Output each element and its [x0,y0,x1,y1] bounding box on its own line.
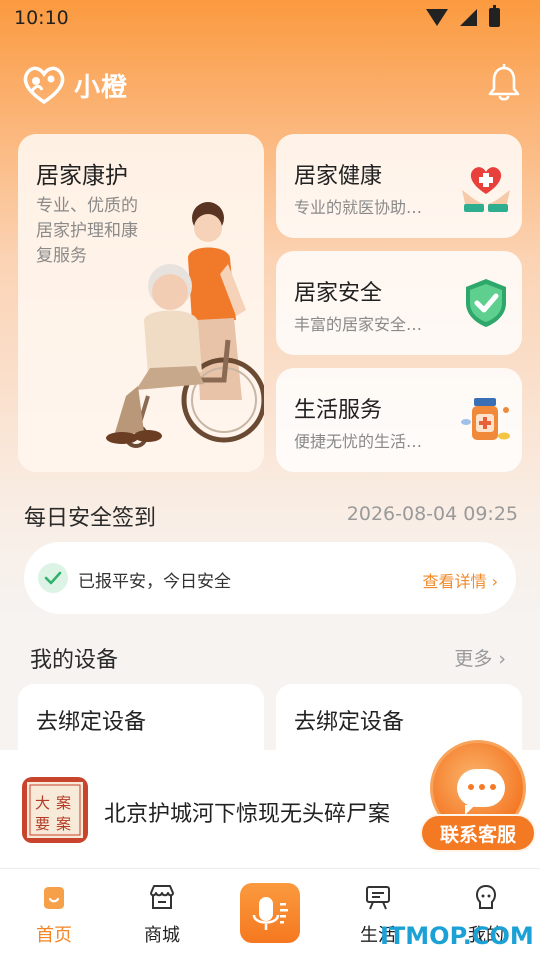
cellular-signal-icon [460,9,477,26]
thumb-char-1: 大 [35,794,50,812]
service-card-home-health[interactable]: 居家健康 专业的就医协助… [276,134,522,238]
shield-check-icon [466,279,506,327]
store-icon [150,885,174,909]
service-desc: 专业的就医协助… [294,198,423,217]
news-thumbnail-art: 大 案 要 案 [27,782,83,838]
nav-mall[interactable]: 商城 [122,881,202,951]
service-card-home-care[interactable]: 居家康护 专业、优质的居家护理和康复服务 [18,134,264,472]
chat-bubble-icon [457,769,505,815]
voice-assistant-button[interactable] [240,883,300,943]
bind-device-label: 去绑定设备 [294,710,405,735]
site-watermark: ITMOP.COM [380,922,534,950]
life-board-icon [366,886,390,910]
caregiver-wheelchair-illustration [106,202,264,448]
news-thumbnail: 大 案 要 案 [22,777,88,843]
app-header: 小橙 [0,58,540,108]
bind-device-label: 去绑定设备 [36,710,147,735]
profile-icon [475,884,497,909]
brand-logo-icon [23,66,65,104]
thumb-char-3: 要 [35,815,50,833]
nav-label: 首页 [36,925,72,946]
status-time: 10:10 [14,7,69,29]
checkin-datetime: 2026-08-04 09:25 [346,503,518,525]
battery-icon [489,5,500,27]
news-headline: 北京护城河下惊现无头碎尸案 [104,802,391,827]
service-title: 居家健康 [294,164,383,189]
service-title: 居家康护 [36,163,128,189]
heart-in-hands-icon [462,167,510,212]
checkin-section-title: 每日安全签到 [24,506,157,531]
status-icons [426,5,500,27]
service-title: 居家安全 [294,281,383,306]
customer-service-label[interactable]: 联系客服 [420,814,536,852]
service-desc: 便捷无忧的生活… [294,432,423,451]
nav-home[interactable]: 首页 [14,881,94,951]
home-icon [44,887,64,909]
thumb-char-2: 案 [56,794,71,812]
service-desc: 丰富的居家安全… [294,315,423,334]
brand-name: 小橙 [74,73,129,103]
devices-section-title: 我的设备 [30,648,119,673]
wifi-icon [426,9,448,26]
devices-more-link[interactable]: 更多 › [454,644,506,671]
view-details-link[interactable]: 查看详情 › [423,568,499,592]
service-title: 生活服务 [294,398,383,423]
nav-label: 商城 [144,925,180,946]
checkin-status-card[interactable]: 已报平安，今日安全 查看详情 › [24,542,516,614]
check-icon [38,563,68,593]
service-card-life-service[interactable]: 生活服务 便捷无忧的生活… [276,368,522,472]
notification-bell-icon[interactable] [486,64,522,102]
service-card-home-safety[interactable]: 居家安全 丰富的居家安全… [276,251,522,355]
microphone-icon [252,897,288,930]
checkin-status-text: 已报平安，今日安全 [78,572,231,592]
medicine-bottle-icon [461,398,510,440]
thumb-char-4: 案 [56,815,71,833]
status-bar: 10:10 [0,0,540,36]
